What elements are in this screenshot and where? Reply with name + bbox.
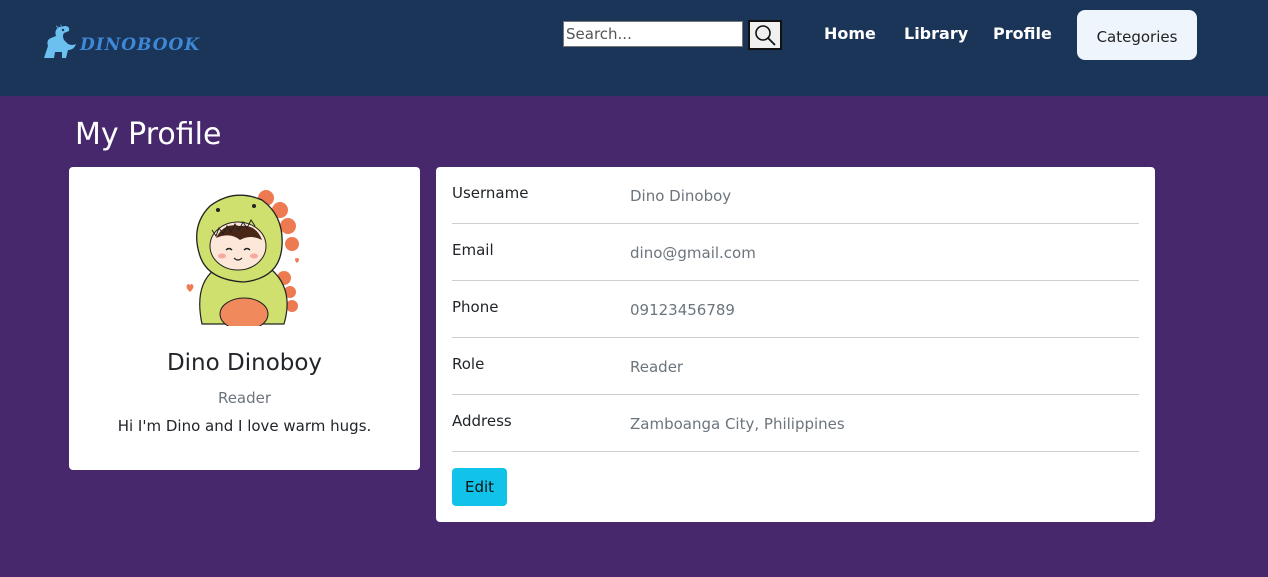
- detail-value: Dino Dinoboy: [630, 187, 732, 205]
- detail-row-username: Username Dino Dinoboy: [452, 167, 1139, 224]
- categories-button[interactable]: Categories: [1077, 10, 1197, 60]
- brand-name: DINOBOOK: [80, 35, 201, 55]
- search-button[interactable]: [748, 20, 782, 50]
- detail-label: Role: [452, 355, 485, 373]
- detail-value: Reader: [630, 358, 684, 376]
- detail-value: 09123456789: [630, 301, 735, 319]
- detail-label: Email: [452, 241, 494, 259]
- profile-bio: Hi I'm Dino and I love warm hugs.: [117, 417, 372, 435]
- dinosaur-logo-icon: [44, 24, 76, 58]
- detail-row-address: Address Zamboanga City, Philippines: [452, 395, 1139, 452]
- navbar: DINOBOOK Home Library Profile Categories: [0, 0, 1268, 96]
- search-icon: [755, 25, 776, 46]
- avatar: [186, 190, 299, 326]
- profile-name: Dino Dinoboy: [166, 350, 323, 376]
- detail-row-role: Role Reader: [452, 338, 1139, 395]
- detail-label: Username: [452, 184, 529, 202]
- nav-library[interactable]: Library: [904, 24, 968, 43]
- detail-label: Address: [452, 412, 512, 430]
- page-title: My Profile: [75, 117, 222, 152]
- brand-logo[interactable]: DINOBOOK: [38, 24, 200, 60]
- detail-label: Phone: [452, 298, 499, 316]
- edit-button[interactable]: Edit: [452, 468, 507, 506]
- detail-row-phone: Phone 09123456789: [452, 281, 1139, 338]
- nav-profile[interactable]: Profile: [993, 24, 1052, 43]
- row-divider: [452, 451, 1139, 452]
- detail-row-email: Email dino@gmail.com: [452, 224, 1139, 281]
- nav-home[interactable]: Home: [824, 24, 876, 43]
- search-input[interactable]: [563, 21, 743, 47]
- detail-value: Zamboanga City, Philippines: [630, 415, 845, 433]
- detail-value: dino@gmail.com: [630, 244, 756, 262]
- profile-role: Reader: [217, 389, 272, 407]
